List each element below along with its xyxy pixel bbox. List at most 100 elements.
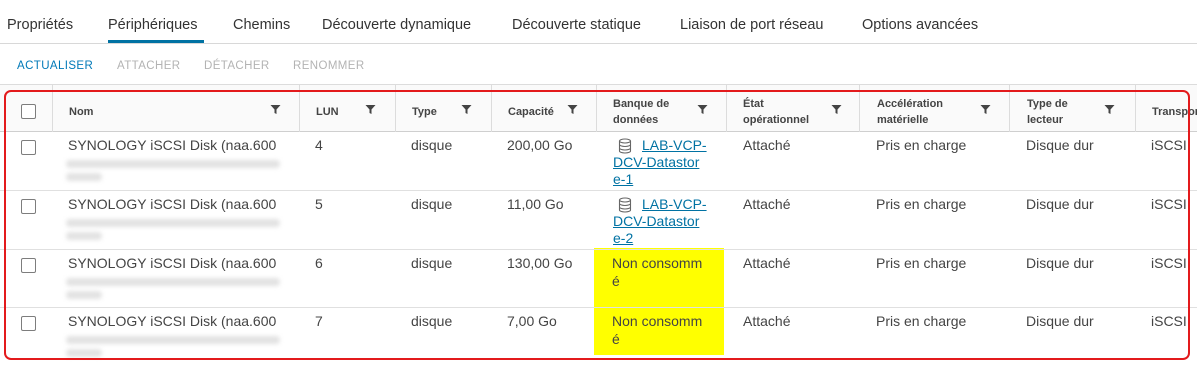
filter-icon[interactable] <box>1104 104 1115 115</box>
device-capacity: 11,00 Go <box>507 196 564 212</box>
redacted-text <box>66 160 280 168</box>
row-checkbox[interactable] <box>21 258 36 273</box>
header-accel-label-1: Accélération <box>877 98 944 110</box>
filter-icon[interactable] <box>980 104 991 115</box>
header-capacity[interactable]: Capacité <box>491 85 596 132</box>
header-capacity-label: Capacité <box>508 106 554 118</box>
redacted-text <box>66 349 102 357</box>
row-checkbox[interactable] <box>21 199 36 214</box>
hw-acceleration: Pris en charge <box>876 313 967 329</box>
redacted-text <box>66 219 280 227</box>
header-name-label: Nom <box>69 106 94 118</box>
header-lun-label: LUN <box>316 106 339 118</box>
drive-type: Disque dur <box>1026 255 1094 271</box>
table-row[interactable]: SYNOLOGY iSCSI Disk (naa.600 5 disque 11… <box>0 191 1197 250</box>
select-all-checkbox[interactable] <box>21 104 36 119</box>
table-row[interactable]: SYNOLOGY iSCSI Disk (naa.600 7 disque 7,… <box>0 308 1197 366</box>
device-lun: 7 <box>315 313 323 329</box>
redacted-text <box>66 291 102 299</box>
filter-icon[interactable] <box>697 104 708 115</box>
filter-icon[interactable] <box>831 104 842 115</box>
table-row[interactable]: SYNOLOGY iSCSI Disk (naa.600 6 disque 13… <box>0 250 1197 308</box>
header-transport-label: Transpor <box>1152 106 1197 118</box>
transport: iSCSI <box>1151 313 1187 329</box>
device-type: disque <box>411 313 453 329</box>
tab-properties[interactable]: Propriétés <box>7 17 73 33</box>
drive-type: Disque dur <box>1026 313 1094 329</box>
tab-paths[interactable]: Chemins <box>233 17 290 33</box>
device-lun: 6 <box>315 255 323 271</box>
datastore-link[interactable]: e-2 <box>613 229 633 248</box>
header-drive-label-1: Type de <box>1027 98 1068 110</box>
header-type[interactable]: Type <box>395 85 491 132</box>
device-name: SYNOLOGY iSCSI Disk (naa.600 <box>68 255 277 271</box>
device-type: disque <box>411 137 453 153</box>
redacted-text <box>66 173 102 181</box>
device-capacity: 130,00 Go <box>507 255 573 271</box>
row-checkbox[interactable] <box>21 140 36 155</box>
device-name: SYNOLOGY iSCSI Disk (naa.600 <box>68 196 277 212</box>
device-lun: 4 <box>315 137 323 153</box>
header-drive-type[interactable]: Type de lecteur <box>1009 85 1135 132</box>
operational-state: Attaché <box>743 196 791 212</box>
transport: iSCSI <box>1151 196 1187 212</box>
drive-type: Disque dur <box>1026 196 1094 212</box>
tab-devices[interactable]: Périphériques <box>108 17 197 33</box>
header-hw-acceleration[interactable]: Accélération matérielle <box>859 85 1009 132</box>
filter-icon[interactable] <box>461 104 472 115</box>
device-type: disque <box>411 196 453 212</box>
header-drive-label-2: lecteur <box>1027 114 1064 126</box>
header-name[interactable]: Nom <box>52 85 299 132</box>
drive-type: Disque dur <box>1026 137 1094 153</box>
attach-button[interactable]: ATTACHER <box>117 60 180 72</box>
redacted-text <box>66 232 102 240</box>
filter-icon[interactable] <box>567 104 578 115</box>
datastore-status: é <box>612 331 620 347</box>
tab-advanced-options[interactable]: Options avancées <box>862 17 978 33</box>
header-datastore-label-1: Banque de <box>613 98 670 110</box>
redacted-text <box>66 336 280 344</box>
transport: iSCSI <box>1151 255 1187 271</box>
tab-dynamic-discovery[interactable]: Découverte dynamique <box>322 17 471 33</box>
hw-acceleration: Pris en charge <box>876 137 967 153</box>
hw-acceleration: Pris en charge <box>876 255 967 271</box>
device-capacity: 7,00 Go <box>507 313 557 329</box>
header-lun[interactable]: LUN <box>299 85 395 132</box>
datastore-status: é <box>612 273 620 289</box>
datastore-icon <box>618 138 632 154</box>
device-lun: 5 <box>315 196 323 212</box>
operational-state: Attaché <box>743 255 791 271</box>
device-name: SYNOLOGY iSCSI Disk (naa.600 <box>68 137 277 153</box>
header-state-label-2: opérationnel <box>743 114 810 126</box>
header-state-label-1: État <box>743 98 764 110</box>
action-toolbar: ACTUALISER ATTACHER DÉTACHER RENOMMER <box>0 54 600 78</box>
filter-icon[interactable] <box>270 104 281 115</box>
datastore-link[interactable]: e-1 <box>613 170 633 189</box>
header-datastore[interactable]: Banque de données <box>596 85 726 132</box>
row-checkbox[interactable] <box>21 316 36 331</box>
header-transport[interactable]: Transpor <box>1135 85 1197 132</box>
devices-grid: Nom LUN Type Capacité Banque de données … <box>0 84 1197 366</box>
redacted-text <box>66 278 280 286</box>
operational-state: Attaché <box>743 137 791 153</box>
tab-network-port-binding[interactable]: Liaison de port réseau <box>680 17 824 33</box>
refresh-button[interactable]: ACTUALISER <box>17 60 93 72</box>
rename-button[interactable]: RENOMMER <box>293 60 365 72</box>
header-operational-state[interactable]: État opérationnel <box>726 85 859 132</box>
detach-button[interactable]: DÉTACHER <box>204 60 270 72</box>
datastore-status: Non consomm <box>612 255 703 271</box>
datastore-status: Non consomm <box>612 313 703 329</box>
header-accel-label-2: matérielle <box>877 114 929 126</box>
device-name: SYNOLOGY iSCSI Disk (naa.600 <box>68 313 277 329</box>
device-type: disque <box>411 255 453 271</box>
grid-header: Nom LUN Type Capacité Banque de données … <box>0 84 1197 132</box>
filter-icon[interactable] <box>365 104 376 115</box>
table-row[interactable]: SYNOLOGY iSCSI Disk (naa.600 4 disque 20… <box>0 132 1197 191</box>
header-datastore-label-2: données <box>613 114 659 126</box>
datastore-icon <box>618 197 632 213</box>
device-capacity: 200,00 Go <box>507 137 573 153</box>
active-tab-indicator <box>108 40 204 43</box>
header-type-label: Type <box>412 106 437 118</box>
tab-static-discovery[interactable]: Découverte statique <box>512 17 641 33</box>
header-select-all <box>0 85 52 132</box>
